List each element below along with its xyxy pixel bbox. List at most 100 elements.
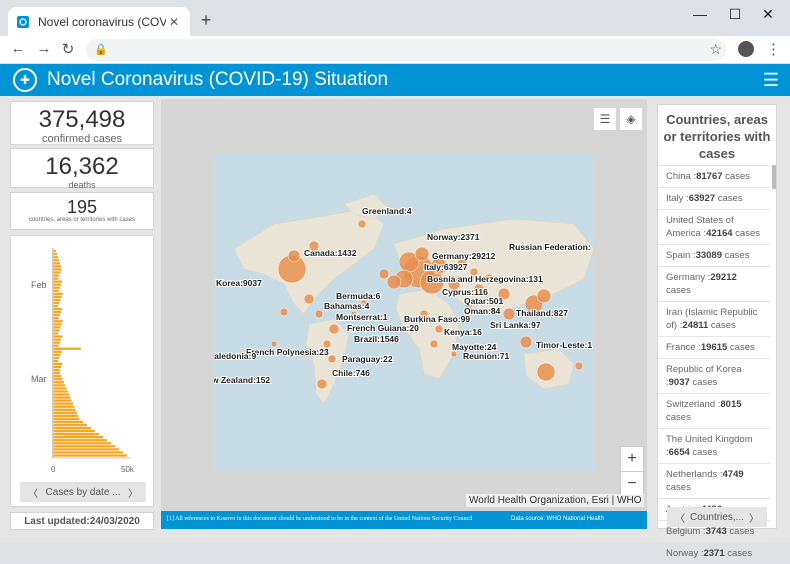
- tab-close-icon[interactable]: ✕: [166, 15, 182, 29]
- world-map-svg[interactable]: Greenland:4 Norway:2371 Russian Federation…: [214, 154, 594, 472]
- country-list-item[interactable]: Italy :63927 cases: [658, 187, 770, 209]
- country-unit: cases: [726, 526, 755, 537]
- confirmed-card: 375,498 confirmed cases: [10, 101, 154, 145]
- countries-list[interactable]: China :81767 cases Italy :63927 cases Unit…: [658, 165, 770, 564]
- legend-list-icon[interactable]: ☰: [594, 108, 616, 130]
- timeline-bar: [54, 350, 62, 353]
- country-value: 63927: [688, 193, 716, 204]
- zoom-out-button[interactable]: −: [621, 471, 643, 495]
- country-list-item[interactable]: Switzerland :8015 cases: [658, 393, 770, 428]
- zoom-in-button[interactable]: +: [621, 447, 643, 471]
- timeline-bar: [54, 298, 61, 302]
- timeline-bar: [54, 326, 61, 329]
- timeline-bar: [54, 359, 58, 363]
- timeline-axis-min: 0: [51, 465, 56, 474]
- countries-pager: 〈 Countries,... 〉: [667, 507, 767, 527]
- map-panel[interactable]: Greenland:4 Norway:2371 Russian Federation…: [161, 99, 647, 529]
- forward-button[interactable]: →: [34, 40, 54, 57]
- country-list-item[interactable]: Germany :29212 cases: [658, 266, 770, 301]
- country-list-item[interactable]: Iran (Islamic Republic of) :24811 cases: [658, 301, 770, 336]
- data-source[interactable]: Data source: WHO National Health: [511, 516, 604, 522]
- countries-scrollbar[interactable]: [772, 165, 776, 189]
- last-updated: Last updated:24/03/2020: [10, 512, 154, 530]
- map-label: Reunion:71: [463, 351, 510, 361]
- map-label: Bahamas:4: [324, 301, 370, 311]
- maximize-button[interactable]: ☐: [725, 6, 745, 23]
- countries-heading: Countries, areas or territories with cas…: [663, 112, 771, 161]
- timeline-bar: [54, 268, 62, 271]
- timeline-bar: [54, 341, 60, 344]
- timeline-bar: [54, 271, 61, 274]
- timeline-bar: [54, 417, 79, 421]
- map-label: Bosnia and Herzegovina:131: [427, 274, 543, 284]
- browser-tab[interactable]: Novel coronavirus (COVID-19) si ✕: [8, 7, 190, 36]
- timeline-bar: [54, 253, 57, 256]
- timeline-bar: [54, 335, 63, 338]
- zoom-control: + −: [620, 446, 644, 496]
- address-bar[interactable]: 🔒 ☆: [86, 39, 726, 61]
- window-close-button[interactable]: ✕: [758, 6, 778, 23]
- country-value: 3743: [705, 526, 727, 537]
- bookmark-star-icon[interactable]: ☆: [709, 41, 722, 58]
- map-label: Kenya:16: [444, 327, 482, 337]
- country-list-item[interactable]: China :81767 cases: [658, 165, 770, 187]
- country-list-item[interactable]: France :19615 cases: [658, 336, 770, 358]
- profile-avatar-icon[interactable]: [738, 41, 754, 57]
- timeline-bar: [54, 372, 60, 375]
- case-bubble: [279, 307, 289, 317]
- world-map[interactable]: Greenland:4 Norway:2371 Russian Federation…: [214, 154, 594, 472]
- country-value: 8015: [720, 399, 742, 410]
- app-title: Novel Coronavirus (COVID-19) Situation: [47, 69, 389, 90]
- back-button[interactable]: ←: [8, 40, 28, 57]
- case-bubble: [357, 219, 367, 229]
- country-list-item[interactable]: Republic of Korea :9037 cases: [658, 358, 770, 393]
- countries-card: 195 countries, areas or territories with…: [10, 192, 154, 230]
- country-value: 2371: [703, 548, 725, 559]
- case-bubble: [414, 246, 430, 262]
- country-list-item[interactable]: United States of America :42164 cases: [658, 209, 770, 244]
- browser-menu-icon[interactable]: ⋮: [766, 40, 781, 58]
- confirmed-label: confirmed cases: [41, 133, 123, 145]
- hamburger-menu-icon[interactable]: ☰: [763, 70, 779, 91]
- who-favicon-icon: [17, 15, 29, 28]
- timeline-bar: [54, 439, 107, 442]
- country-unit: cases: [666, 285, 691, 296]
- timeline-bar: [54, 286, 60, 289]
- timeline-bar: [54, 402, 73, 405]
- country-name: Germany :: [666, 272, 711, 283]
- timeline-next-button[interactable]: 〉: [128, 485, 138, 500]
- map-label: Greenland:4: [362, 206, 412, 216]
- map-attribution[interactable]: World Health Organization, Esri | WHO: [466, 494, 645, 507]
- country-name: Switzerland :: [666, 399, 721, 410]
- new-tab-button[interactable]: +: [196, 10, 216, 31]
- timeline-bar: [54, 378, 63, 381]
- timeline-bar: [54, 411, 77, 414]
- country-value: 19615: [700, 342, 728, 353]
- who-logo-icon: ✚: [13, 68, 37, 92]
- country-unit: cases: [708, 320, 736, 331]
- countries-value: 195: [66, 197, 98, 217]
- country-list-item[interactable]: Netherlands :4749 cases: [658, 463, 770, 498]
- country-list-item[interactable]: Spain :33089 cases: [658, 244, 770, 266]
- country-list-item[interactable]: The United Kingdom :6654 cases: [658, 428, 770, 463]
- countries-panel: Countries, areas or territories with cas…: [657, 104, 777, 559]
- country-list-item[interactable]: Norway :2371 cases: [658, 542, 770, 564]
- country-value: 33089: [695, 250, 722, 261]
- timeline-bar: [54, 384, 66, 387]
- tab-title: Novel coronavirus (COVID-19) si: [38, 14, 166, 29]
- timeline-bar: [54, 314, 60, 317]
- timeline-bar: [54, 448, 119, 451]
- country-name: Norway :: [666, 548, 704, 559]
- timeline-bar: [54, 307, 63, 311]
- countries-pager-label[interactable]: Countries,...: [690, 512, 744, 523]
- layers-icon[interactable]: ◈: [620, 108, 642, 130]
- minimize-button[interactable]: —: [690, 6, 710, 22]
- countries-prev-button[interactable]: 〈: [675, 510, 685, 525]
- case-bubble: [386, 274, 402, 290]
- timeline-prev-button[interactable]: 〈: [28, 485, 38, 500]
- timeline-pager-label[interactable]: Cases by date ...: [45, 487, 120, 498]
- country-value: 4749: [722, 469, 744, 480]
- timeline-label-mar: Mar: [31, 374, 47, 384]
- countries-next-button[interactable]: 〉: [749, 510, 759, 525]
- reload-button[interactable]: ↻: [58, 40, 78, 58]
